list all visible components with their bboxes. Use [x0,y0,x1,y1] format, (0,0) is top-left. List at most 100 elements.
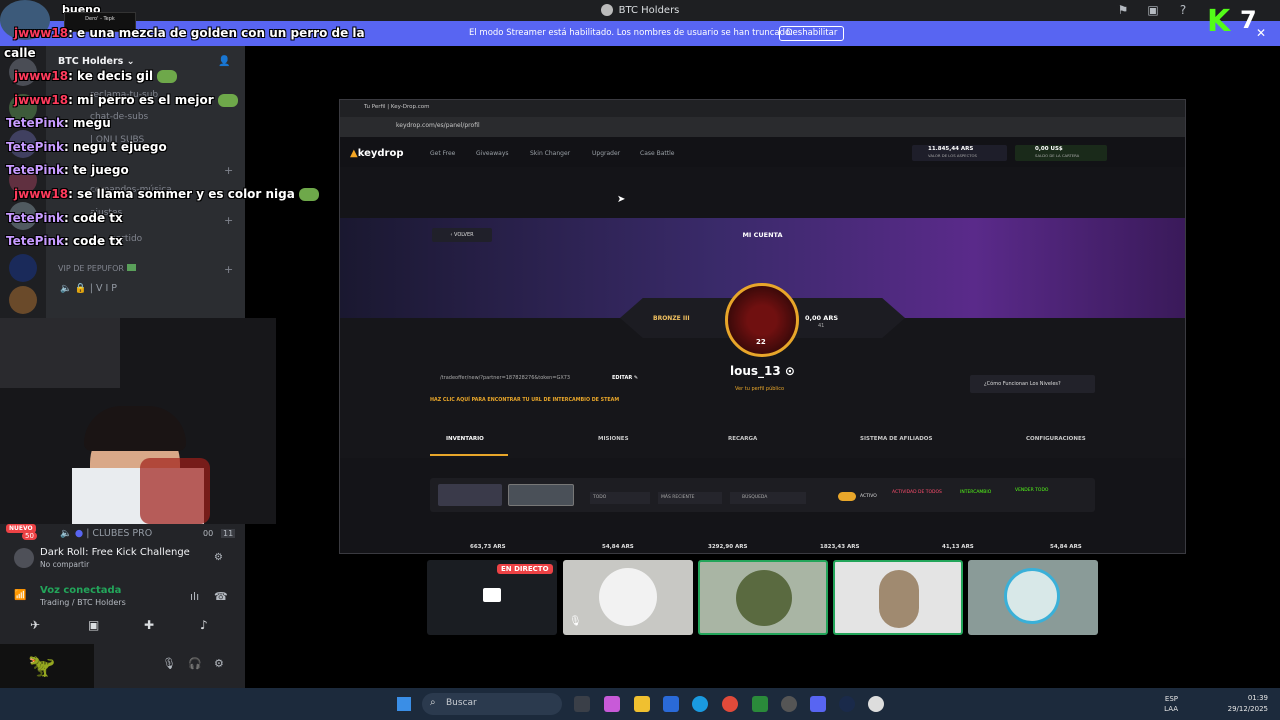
nav-upgrader[interactable]: Upgrader [592,150,620,157]
disconnect-icon[interactable]: ☎ [214,590,228,603]
server-avatar[interactable] [9,286,37,314]
stream-browser-window[interactable]: Tu Perfil | Key-Drop.com keydrop.com/es/… [339,99,1186,554]
exchange-button[interactable]: INTERCAMBIO [960,490,991,495]
public-profile-link[interactable]: Ver tu perfil público [735,386,784,392]
language-indicator[interactable]: ESP [1158,695,1178,703]
dino-icon: 🦖 [28,654,56,679]
app-icon[interactable] [781,696,797,712]
windows-taskbar: ⌕ Buscar ESP LAA 01:39 29/12/2025 [0,688,1280,720]
help-icon[interactable]: ? [1176,3,1190,17]
inbox-icon[interactable]: ⚑ [1116,3,1130,17]
clock-date[interactable]: 29/12/2025 [1220,705,1268,713]
xbox-icon[interactable] [752,696,768,712]
mic-icon[interactable]: 🎙 [162,657,176,670]
add-channel-icon[interactable]: + [224,263,233,276]
screen-share-icon[interactable]: ▣ [1146,3,1160,17]
chat-text: : mi perro es el mejor [68,93,214,107]
active-label: ACTIVO [860,494,877,499]
nav-giveaways[interactable]: Giveaways [476,150,509,157]
nav-case-battle[interactable]: Case Battle [640,150,674,157]
chat-user: jwww18 [14,26,69,40]
chat-text: : te juego [64,163,129,177]
browser-urlbar: keydrop.com/es/panel/profil [340,117,1185,137]
game-filter[interactable] [508,484,574,506]
active-toggle[interactable] [838,492,856,501]
levels-info-button[interactable]: ¿Cómo Funcionan Los Niveles? [970,375,1095,393]
trade-help-link[interactable]: HAZ CLIC AQUÍ PARA ENCONTRAR TU URL DE I… [430,398,619,403]
edit-button[interactable]: EDITAR ✎ [612,375,638,381]
wallet-box[interactable]: 0,00 US$ SALDO DE LA CARTERA [1015,145,1107,161]
copilot-icon[interactable] [604,696,620,712]
tab-recarga[interactable]: RECARGA [728,436,757,442]
item-value: 54,84 ARS [602,544,634,550]
tab-misiones[interactable]: MISIONES [598,436,629,442]
emote-icon [157,70,178,83]
chat-line: TetePink: negu t ejuego [6,140,167,154]
chat-text: : code tx [64,211,123,225]
skins-value-box[interactable]: 11.845,44 ARS VALOR DE LOS ASPECTOS [912,145,1007,161]
server-avatar[interactable] [9,254,37,282]
tab-configuraciones[interactable]: CONFIGURACIONES [1026,436,1086,442]
clock-time[interactable]: 01:39 [1220,694,1268,702]
activity-settings-icon[interactable]: ⚙ [214,552,223,563]
language-indicator-sub: LAA [1164,705,1178,713]
server-name[interactable]: BTC Holders ⌄ [58,56,135,67]
screen-share-icon[interactable]: ▣ [88,618,99,632]
activities-icon[interactable]: ✚ [144,618,154,632]
noise-suppression-icon[interactable]: ılı [190,590,199,603]
category-vip[interactable]: VIP DE PEPUFOR [58,264,136,273]
tab-inventario[interactable]: INVENTARIO [446,436,484,442]
game-filter[interactable] [438,484,502,506]
sell-all-button[interactable]: VENDER TODO [1015,488,1048,493]
voice-location[interactable]: Trading / BTC Holders [40,598,126,607]
type-select[interactable]: TODO [590,492,650,504]
webcam-chair [140,458,210,524]
chrome-icon[interactable] [722,696,738,712]
nav-get-free[interactable]: Get Free [430,150,455,157]
trade-url[interactable]: /tradeoffer/new/?partner=187828276&token… [440,375,570,381]
participant-tile[interactable] [698,560,828,635]
steam-icon[interactable] [839,696,855,712]
tab-afiliados[interactable]: SISTEMA DE AFILIADOS [860,436,932,442]
invite-icon[interactable]: 👤 [218,56,230,67]
headphones-icon[interactable]: 🎧 [188,657,202,670]
start-icon[interactable] [397,697,411,711]
settings-icon[interactable]: ⚙ [214,657,224,670]
chat-text: : se llama sommer y es color niga [68,187,295,201]
chat-user: TetePink [6,163,65,177]
participant-tile[interactable]: 🎙 [563,560,693,635]
chat-text: : e una mezcla de golden con un perro de… [68,26,365,40]
camera-icon[interactable]: ✈ [30,618,40,632]
store-icon[interactable] [663,696,679,712]
soundboard-icon[interactable]: ♪ [200,618,208,632]
chat-text: : ke decis gil [68,69,154,83]
voice-limit: 11 [221,529,236,538]
file-explorer-icon[interactable] [634,696,650,712]
participant-tile[interactable] [968,560,1098,635]
obs-icon[interactable] [868,696,884,712]
url-text[interactable]: keydrop.com/es/panel/profil [396,122,480,129]
level-number: 22 [756,338,766,346]
taskbar-search[interactable] [422,693,562,715]
browser-tab[interactable]: Tu Perfil | Key-Drop.com [364,104,429,110]
search-input[interactable]: BÚSQUEDA [730,492,806,504]
voice-channel-clubes[interactable]: 🔈 ● | CLUBES PRO [60,528,152,539]
server-icon [600,4,613,16]
close-icon[interactable]: ✕ [1256,26,1266,40]
nav-skin-changer[interactable]: Skin Changer [530,150,570,157]
order-select[interactable]: MÁS RECIENTE [658,492,722,504]
task-view-icon[interactable] [574,696,590,712]
voice-channel-vip[interactable]: 🔈 🔒 | V I P [60,283,117,294]
webcam-wall [0,318,120,388]
window-title-text: BTC Holders [618,5,680,16]
participant-tile[interactable] [833,560,963,635]
disable-streamer-button[interactable]: Deshabilitar [779,26,845,41]
add-channel-icon[interactable]: + [224,214,233,227]
stream-thumbnail[interactable]: EN DIRECTO [427,560,557,635]
add-channel-icon[interactable]: + [224,164,233,177]
activity-button[interactable]: ACTIVIDAD DE TODOS [892,490,942,495]
active-tab-underline [430,454,508,456]
discord-icon[interactable] [810,696,826,712]
chat-text: : code tx [64,234,123,248]
edge-icon[interactable] [692,696,708,712]
